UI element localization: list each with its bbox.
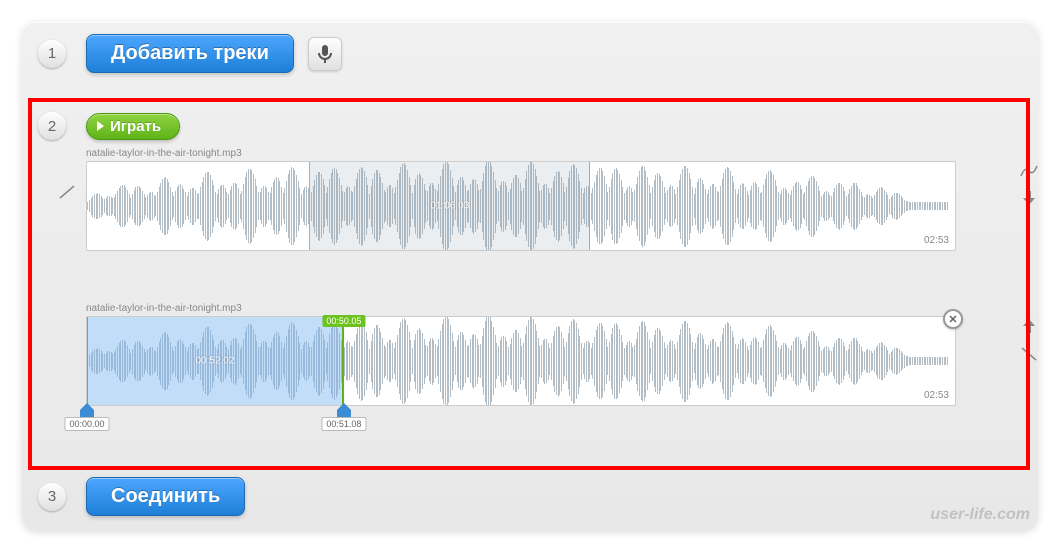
step2-number: 2 [38, 112, 66, 140]
microphone-button[interactable] [308, 37, 342, 71]
track2-start-handle[interactable] [80, 403, 94, 417]
track2-end-time: 00:51.08 [321, 417, 366, 431]
track1-selection-time: 01:06.03 [430, 201, 469, 212]
move-down-icon[interactable] [1022, 191, 1036, 210]
add-tracks-button[interactable]: Добавить треки [86, 34, 294, 73]
track2-duration: 02:53 [924, 390, 949, 401]
track2-selection-time: 00:52.02 [195, 356, 234, 367]
play-icon [97, 121, 104, 131]
move-up-icon[interactable] [1022, 319, 1036, 338]
track2-filename: natalie-taylor-in-the-air-tonight.mp3 [86, 303, 1004, 314]
track1-duration: 02:53 [924, 235, 949, 246]
watermark: user-life.com [930, 506, 1030, 524]
track2-start-time: 00:00.00 [64, 417, 109, 431]
track2-waveform[interactable]: 00:52.02 00:50.05 00:00.00 00:51.08 02:5… [86, 316, 956, 406]
app-container: 1 Добавить треки 2 Играть natalie-taylor… [22, 22, 1038, 530]
track1-area: natalie-taylor-in-the-air-tonight.mp3 01… [86, 148, 1004, 251]
track1-waveform[interactable]: 01:06.03 02:53 [86, 161, 956, 251]
microphone-icon [318, 45, 332, 63]
track2-marker-label: 00:50.05 [322, 315, 365, 327]
crossfade-icon[interactable] [1020, 164, 1038, 183]
track1-fade-left-button[interactable] [58, 184, 76, 207]
step2-section: 2 Играть natalie-taylor-in-the-air-tonig… [38, 112, 1022, 406]
step3-number: 3 [38, 483, 66, 511]
track2-area: natalie-taylor-in-the-air-tonight.mp3 00… [86, 303, 1004, 406]
track2-fade-right-button[interactable] [1020, 346, 1038, 369]
step1-number: 1 [38, 40, 66, 68]
play-label: Играть [110, 118, 161, 135]
track1-filename: natalie-taylor-in-the-air-tonight.mp3 [86, 148, 1004, 159]
step1-row: 1 Добавить треки [22, 22, 1038, 85]
join-button[interactable]: Соединить [86, 477, 245, 516]
track2-remove-button[interactable]: ✕ [943, 309, 963, 329]
step3-row: 3 Соединить [38, 477, 245, 516]
track2-end-handle[interactable] [337, 403, 351, 417]
play-button[interactable]: Играть [86, 113, 180, 140]
